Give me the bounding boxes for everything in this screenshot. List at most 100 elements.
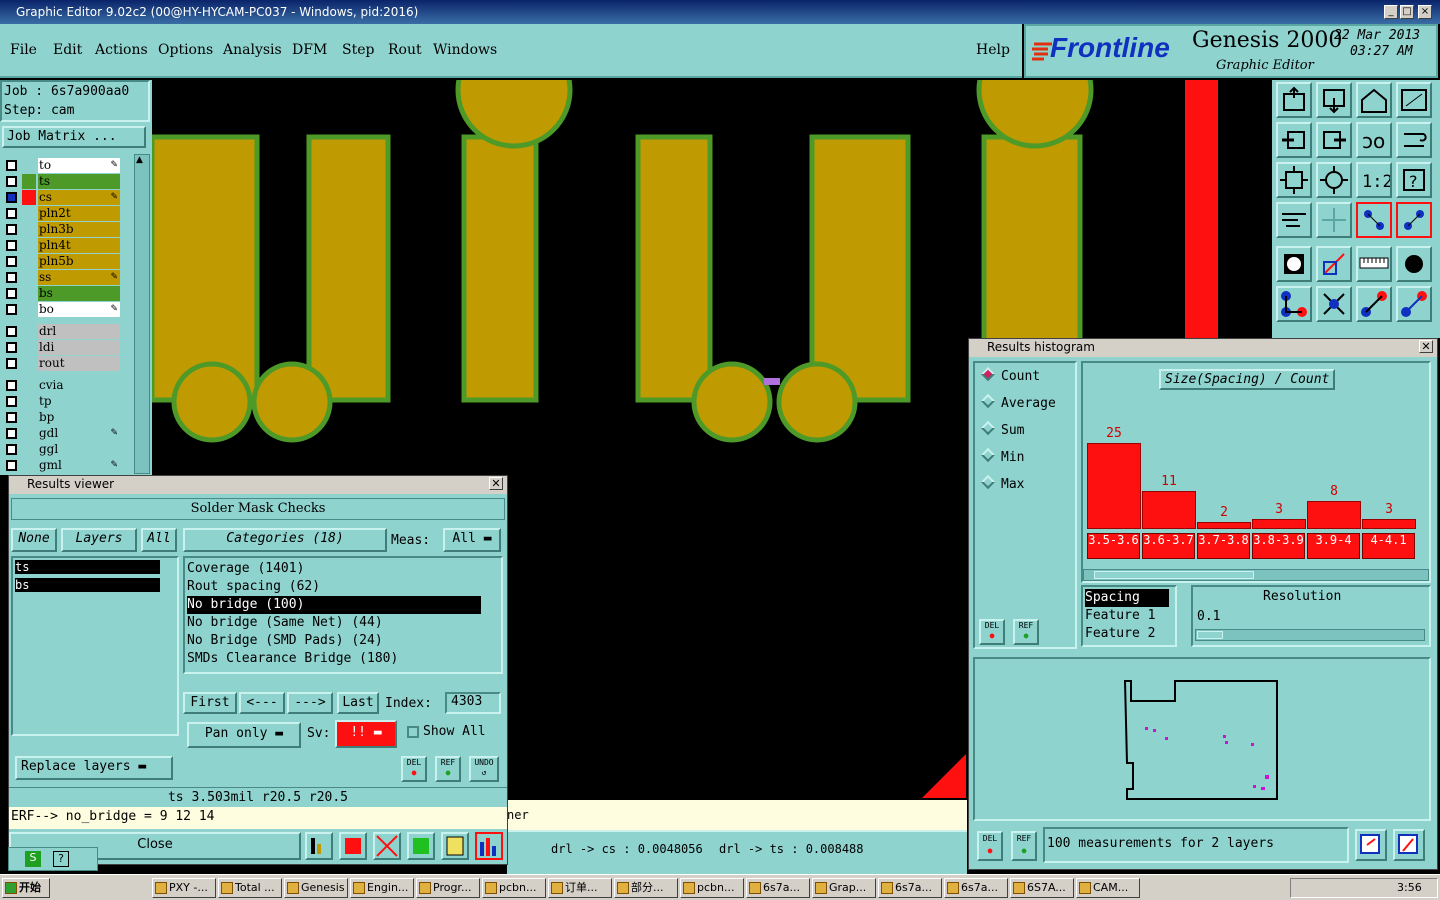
taskbar-item[interactable]: Grap...: [812, 878, 876, 898]
taskbar-item[interactable]: 6s7a...: [878, 878, 942, 898]
pan-right-icon[interactable]: [1316, 122, 1352, 158]
layer-checkbox[interactable]: [6, 304, 17, 315]
menu-file[interactable]: File: [10, 42, 37, 58]
resolution-slider-thumb[interactable]: [1197, 631, 1223, 639]
select-icon[interactable]: [1276, 246, 1312, 282]
hist-del-button[interactable]: DEL ●: [979, 619, 1005, 645]
help-icon[interactable]: ?: [53, 851, 69, 867]
taskbar-item[interactable]: Genesis: [284, 878, 348, 898]
menu-windows[interactable]: Windows: [433, 42, 497, 58]
layer-color-swatch[interactable]: [22, 158, 36, 173]
histogram-bar[interactable]: [1362, 519, 1416, 529]
layer-checkbox[interactable]: [6, 460, 17, 471]
layer-color-swatch[interactable]: [22, 254, 36, 269]
layers-button[interactable]: Layers: [61, 528, 137, 552]
histogram-scroll-thumb[interactable]: [1094, 571, 1254, 579]
layer-color-swatch[interactable]: [22, 394, 36, 409]
layer-checkbox[interactable]: [6, 208, 17, 219]
category-item[interactable]: No Bridge (SMD Pads) (24): [187, 632, 499, 650]
categories-button[interactable]: Categories (18): [183, 528, 387, 552]
layer-row-gml[interactable]: gml ✎: [2, 458, 152, 473]
layer-name[interactable]: gdl ✎: [38, 426, 120, 441]
layer-row-pln2t[interactable]: pln2t: [2, 206, 152, 221]
histogram-icon[interactable]: [475, 832, 503, 860]
layer-color-swatch[interactable]: [22, 378, 36, 393]
category-item[interactable]: Rout spacing (62): [187, 578, 499, 596]
zoom-fit-icon[interactable]: [1276, 162, 1312, 198]
layer-row-bp[interactable]: bp: [2, 410, 152, 425]
pan-left-icon[interactable]: [1276, 122, 1312, 158]
replace-layers-select[interactable]: Replace layers ▬: [15, 756, 173, 780]
category-item[interactable]: SMDs Clearance Bridge (180): [187, 650, 499, 668]
chart-icon-2[interactable]: [339, 832, 367, 860]
layer-row-drl[interactable]: drl: [2, 324, 152, 339]
xy-view-icon[interactable]: [1396, 82, 1432, 118]
zoom-results-icon[interactable]: [1355, 829, 1387, 861]
layer-name[interactable]: bp: [38, 410, 120, 425]
result-layer-item[interactable]: ts: [15, 560, 160, 574]
layer-color-swatch[interactable]: [22, 410, 36, 425]
start-button[interactable]: 开始: [2, 878, 50, 898]
category-item[interactable]: No bridge (100): [187, 596, 481, 614]
zoom-home-icon[interactable]: [1316, 162, 1352, 198]
layer-color-swatch[interactable]: [22, 340, 36, 355]
taskbar-item[interactable]: Progr...: [416, 878, 480, 898]
prev-button[interactable]: <---: [239, 692, 285, 714]
taskbar-item[interactable]: 订单...: [548, 878, 612, 898]
resolution-slider[interactable]: [1195, 629, 1425, 641]
layer-list-scrollbar[interactable]: ▲: [134, 154, 150, 474]
home-view-icon[interactable]: [1356, 82, 1392, 118]
error-icon[interactable]: [373, 832, 401, 860]
draw-shape-icon[interactable]: [1316, 246, 1352, 282]
layer-checkbox[interactable]: [6, 256, 17, 267]
layer-name[interactable]: pln3b: [38, 222, 120, 237]
menu-options[interactable]: Options: [158, 42, 213, 58]
last-button[interactable]: Last: [337, 692, 379, 714]
rotate-icon[interactable]: [1396, 122, 1432, 158]
layer-name[interactable]: rout: [38, 356, 120, 371]
layer-checkbox[interactable]: [6, 176, 17, 187]
layer-color-swatch[interactable]: [22, 174, 36, 189]
layer-name[interactable]: pln5b: [38, 254, 120, 269]
cross-nodes-icon[interactable]: [1316, 286, 1352, 322]
layer-checkbox[interactable]: [6, 428, 17, 439]
layer-color-swatch[interactable]: [22, 426, 36, 441]
taskbar-item[interactable]: Engin...: [350, 878, 414, 898]
preview-ref-button[interactable]: REF ●: [1011, 831, 1037, 861]
layer-row-ggl[interactable]: ggl: [2, 442, 152, 457]
layer-row-ldi[interactable]: ldi: [2, 340, 152, 355]
none-button[interactable]: None: [11, 528, 57, 552]
min-radio[interactable]: Min: [980, 447, 1024, 465]
layer-name[interactable]: cvia: [38, 378, 120, 393]
sum-radio[interactable]: Sum: [980, 420, 1024, 438]
sv-select[interactable]: !! ▬: [335, 720, 397, 748]
menu-help[interactable]: Help: [976, 42, 1010, 58]
histogram-close-icon[interactable]: ✕: [1419, 340, 1433, 353]
average-radio[interactable]: Average: [980, 393, 1056, 411]
layer-row-cvia[interactable]: cvia: [2, 378, 152, 393]
menu-analysis[interactable]: Analysis: [223, 42, 282, 58]
scale-1-1-icon[interactable]: 1:2: [1356, 162, 1393, 198]
menu-dfm[interactable]: DFM: [292, 42, 327, 58]
close-window-button[interactable]: ×: [1418, 5, 1432, 19]
connect-nodes-icon[interactable]: [1276, 286, 1312, 322]
histogram-bar[interactable]: [1087, 443, 1141, 529]
layer-checkbox[interactable]: [6, 444, 17, 455]
layer-name[interactable]: bo ✎: [38, 302, 120, 317]
help-query-icon[interactable]: ?: [1396, 162, 1432, 198]
layer-color-swatch[interactable]: [22, 302, 36, 317]
meas-select[interactable]: All ▬: [443, 528, 501, 552]
show-all-checkbox[interactable]: [407, 726, 419, 738]
snap-red-icon[interactable]: [1356, 202, 1392, 238]
layer-checkbox[interactable]: [6, 412, 17, 423]
layer-name[interactable]: ts: [38, 174, 120, 189]
layer-row-pln3b[interactable]: pln3b: [2, 222, 152, 237]
menu-rout[interactable]: Rout: [388, 42, 422, 58]
layer-row-tp[interactable]: tp: [2, 394, 152, 409]
maximize-button[interactable]: □: [1400, 5, 1414, 19]
histogram-bar[interactable]: [1197, 522, 1251, 529]
minimize-button[interactable]: _: [1384, 5, 1398, 19]
layer-checkbox[interactable]: [6, 396, 17, 407]
layer-name[interactable]: cs ✎: [38, 190, 120, 205]
taskbar-item[interactable]: Total ...: [218, 878, 282, 898]
